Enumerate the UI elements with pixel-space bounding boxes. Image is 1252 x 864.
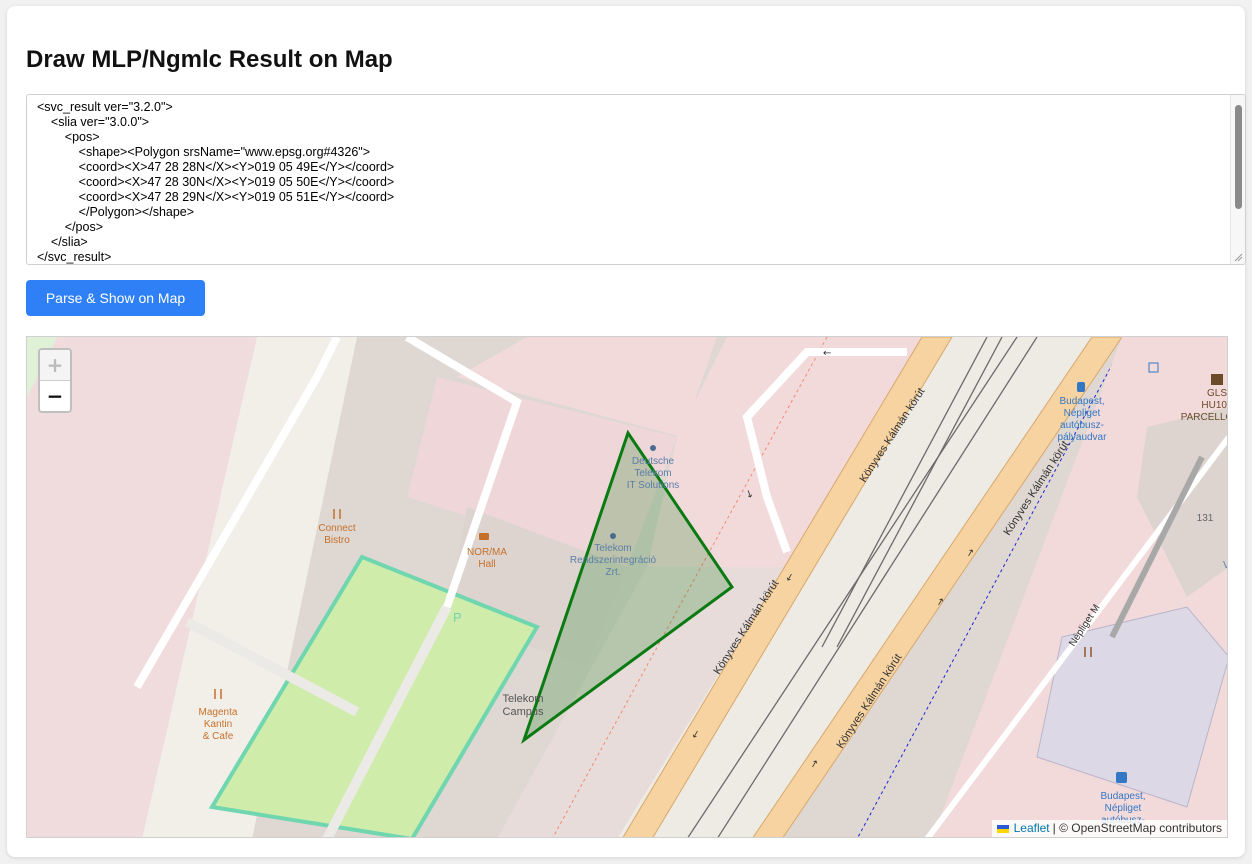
label-telekom-campus-1: Telekom (503, 693, 544, 705)
map-tiles: Deutsche Telekom IT Solutions Telekom Re… (27, 337, 1228, 837)
label-131: 131 (1197, 513, 1214, 524)
label-bus-b-1: Budapest, (1100, 791, 1145, 802)
zoom-out-button[interactable]: − (40, 381, 70, 411)
label-gls-2: HU109 (1201, 400, 1228, 411)
bus-stop-icon (1077, 382, 1085, 392)
label-vc: Vc (1223, 560, 1228, 571)
label-tr-3: Zrt. (606, 567, 621, 578)
zoom-in-button[interactable]: + (40, 350, 70, 381)
label-norma-2: Hall (478, 559, 495, 570)
bus-station-icon (1116, 772, 1127, 783)
page-title: Draw MLP/Ngmlc Result on Map (26, 46, 393, 73)
label-bus-3: autóbusz- (1060, 420, 1104, 431)
resize-grip-icon[interactable] (1233, 252, 1243, 262)
label-dt-1: Deutsche (632, 456, 675, 467)
map-attribution: Leaflet | © OpenStreetMap contributors (991, 820, 1227, 837)
label-parking: P (453, 610, 462, 625)
parse-show-button[interactable]: Parse & Show on Map (26, 280, 205, 316)
label-connect-2: Bistro (324, 535, 350, 546)
label-gls-1: GLS (1207, 388, 1227, 399)
poi-dot-dt (650, 445, 656, 451)
label-bus-2: Népliget (1064, 408, 1101, 419)
label-dt-2: Telekom (634, 468, 671, 479)
xml-input-text[interactable]: <svc_result ver="3.2.0"> <slia ver="3.0.… (27, 95, 1245, 264)
oneway-arrow-icon: ← (823, 348, 831, 359)
label-connect-1: Connect (318, 523, 355, 534)
coffee-cup-icon (479, 533, 489, 540)
label-tr-2: Rendszerintegráció (570, 555, 657, 566)
poi-dot-tr (610, 533, 616, 539)
label-magenta-2: Kantin (204, 719, 232, 730)
label-bus-b-2: Népliget (1105, 803, 1142, 814)
label-bus-1: Budapest, (1059, 396, 1104, 407)
map-container[interactable]: Deutsche Telekom IT Solutions Telekom Re… (26, 336, 1228, 838)
label-magenta-1: Magenta (199, 707, 238, 718)
label-tr-1: Telekom (594, 543, 631, 554)
osm-attribution-text: | © OpenStreetMap contributors (1052, 821, 1222, 835)
label-gls-3: PARCELLO (1181, 412, 1228, 423)
parcel-box-icon (1211, 374, 1223, 385)
label-magenta-3: & Cafe (203, 731, 234, 742)
textarea-scrollbar[interactable] (1230, 95, 1245, 264)
label-norma-1: NOR/MA (467, 547, 507, 558)
zoom-control: + − (38, 348, 72, 413)
ukraine-flag-icon (996, 824, 1009, 833)
xml-input-textarea[interactable]: <svc_result ver="3.2.0"> <slia ver="3.0.… (26, 94, 1246, 265)
textarea-scrollbar-thumb[interactable] (1235, 105, 1242, 209)
leaflet-link[interactable]: Leaflet (1014, 820, 1050, 837)
label-telekom-campus-2: Campus (503, 706, 544, 718)
label-dt-3: IT Solutions (627, 480, 680, 491)
